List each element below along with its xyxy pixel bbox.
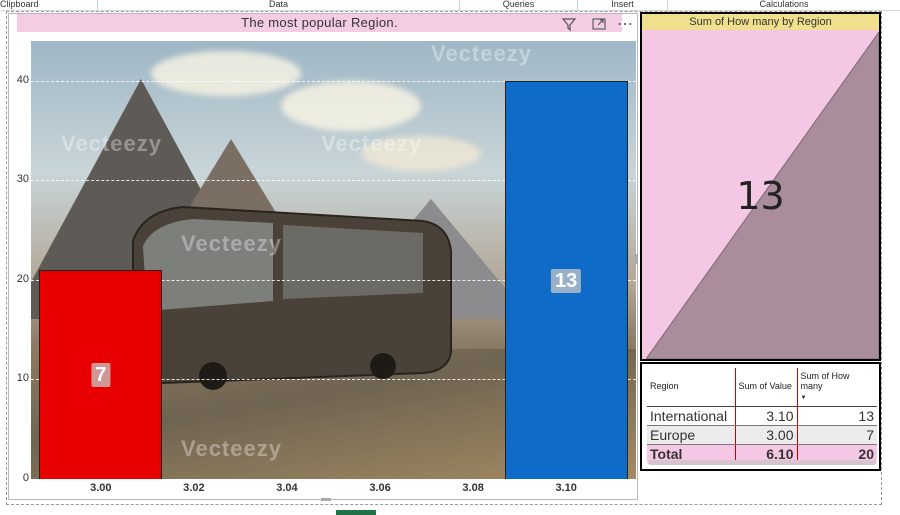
page-tab-indicator[interactable] [336, 510, 376, 515]
resize-handle[interactable] [635, 254, 638, 264]
watermark-text: Vecteezy [321, 131, 422, 156]
bar[interactable]: 13 [504, 80, 628, 479]
bus-image [132, 205, 452, 390]
column-header-region[interactable]: Region [647, 368, 735, 407]
y-tick-label: 20 [16, 272, 29, 285]
column-header-label: Sum of How many [800, 371, 850, 391]
plot-area: Vecteezy Vecteezy Vecteezy Vecteezy Vect… [31, 41, 636, 479]
ribbon-group-insert[interactable]: Insert [578, 0, 668, 10]
cell-value: 3.10 [734, 406, 797, 426]
cell-how-many: 7 [796, 425, 877, 445]
horizontal-scrollbar[interactable] [648, 460, 876, 465]
card-title: Sum of How many by Region [642, 14, 879, 30]
x-tick-label: 3.06 [369, 482, 391, 494]
table-row[interactable]: International 3.10 13 [647, 406, 877, 426]
bar-data-label: 7 [91, 363, 111, 388]
bar-data-label: 13 [551, 268, 582, 293]
sort-descending-icon: ▼ [800, 395, 807, 401]
more-options-icon[interactable]: ⋯ [617, 14, 634, 34]
card-value: 13 [736, 174, 785, 218]
ribbon-group-calculations[interactable]: Calculations [668, 0, 900, 10]
x-tick-label: 3.08 [462, 482, 484, 494]
column-header-sum-of-value[interactable]: Sum of Value [734, 368, 797, 407]
x-tick-label: 3.04 [276, 482, 298, 494]
summary-table: Region Sum of Value Sum of How many ▼ In… [647, 368, 877, 463]
card-visual[interactable]: Sum of How many by Region 13 [640, 12, 881, 361]
focus-mode-icon[interactable] [591, 16, 607, 35]
x-tick-label: 3.10 [555, 482, 577, 494]
chart-title: The most popular Region. [17, 14, 622, 32]
ribbon-group-queries[interactable]: Queries [460, 0, 578, 10]
y-tick-label: 0 [22, 472, 29, 484]
ribbon: Clipboard Data Queries Insert Calculatio… [0, 0, 900, 11]
cell-value: 3.00 [734, 425, 797, 445]
x-tick-label: 3.00 [90, 482, 112, 494]
cell-how-many: 13 [796, 406, 877, 426]
filter-icon[interactable] [561, 16, 577, 35]
y-tick-label: 40 [16, 73, 29, 86]
y-tick-label: 10 [16, 372, 29, 385]
table-visual[interactable]: Region Sum of Value Sum of How many ▼ In… [640, 362, 881, 471]
table-row[interactable]: Europe 3.00 7 [647, 425, 877, 445]
x-tick-label: 3.02 [183, 482, 205, 494]
column-header-sum-of-how-many[interactable]: Sum of How many ▼ [796, 368, 877, 407]
bar-chart-visual[interactable]: The most popular Region. ⋯ Vecteezy Vect… [8, 13, 638, 501]
y-tick-label: 30 [16, 173, 29, 186]
bar[interactable]: 7 [39, 269, 163, 479]
watermark-text: Vecteezy [181, 436, 282, 461]
ribbon-group-data[interactable]: Data [98, 0, 460, 10]
ribbon-group-clipboard[interactable]: Clipboard [0, 0, 98, 10]
cloud-shape [281, 81, 421, 131]
watermark-text: Vecteezy [181, 231, 282, 256]
cell-region: International [647, 406, 735, 426]
cell-region: Europe [647, 425, 735, 445]
resize-handle[interactable] [321, 498, 331, 501]
watermark-text: Vecteezy [61, 131, 162, 156]
watermark-text: Vecteezy [431, 41, 532, 66]
